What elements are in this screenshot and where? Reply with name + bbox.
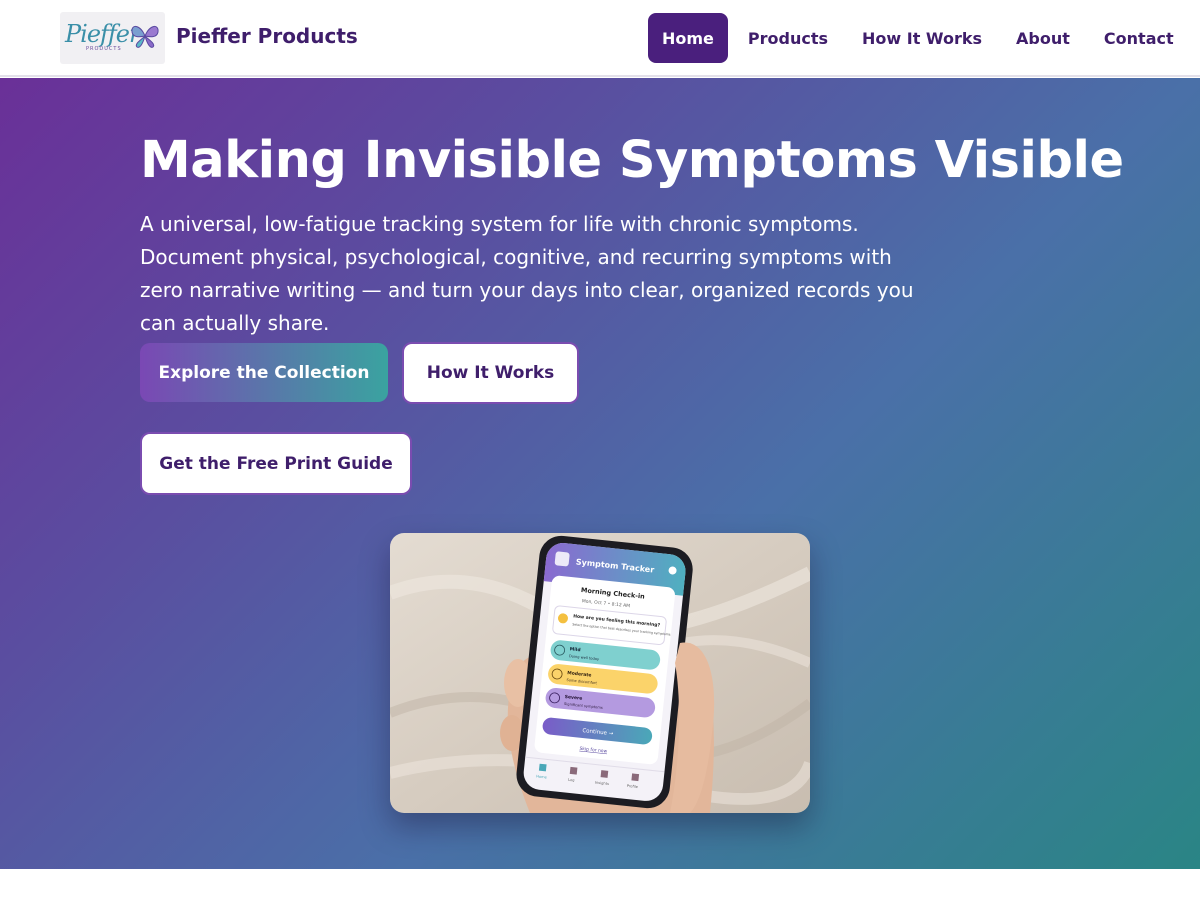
tab-log-label: Log xyxy=(568,778,575,783)
nav-home[interactable]: Home xyxy=(648,13,728,63)
option-mild: Mild xyxy=(569,646,580,653)
hero-description: A universal, low-fatigue tracking system… xyxy=(140,212,914,335)
home-tab-icon xyxy=(538,763,547,772)
nav-how-it-works[interactable]: How It Works xyxy=(845,13,999,63)
site-header: Pieffer PRODUCTS Pieffer Products Home P… xyxy=(0,0,1200,77)
logo-subtext: PRODUCTS xyxy=(86,46,122,52)
brand-name[interactable]: Pieffer Products xyxy=(176,24,358,48)
profile-tab-icon xyxy=(631,773,640,782)
phone-in-hand-illustration: Symptom Tracker Morning Check-in Mon, Oc… xyxy=(390,533,810,813)
nav-contact[interactable]: Contact xyxy=(1087,13,1191,63)
explore-collection-button[interactable]: Explore the Collection xyxy=(140,343,388,402)
hero-section: Making Invisible Symptoms Visible A univ… xyxy=(0,78,1200,869)
nav-products[interactable]: Products xyxy=(731,13,845,63)
brand-logo[interactable]: Pieffer PRODUCTS xyxy=(60,12,165,64)
log-tab-icon xyxy=(569,766,578,775)
how-it-works-button[interactable]: How It Works xyxy=(402,342,579,404)
butterfly-icon xyxy=(131,26,159,48)
insights-tab-icon xyxy=(600,770,609,778)
nav-about[interactable]: About xyxy=(999,13,1087,63)
menu-icon xyxy=(554,551,570,567)
free-print-guide-button[interactable]: Get the Free Print Guide xyxy=(140,432,412,495)
logo-wordmark: Pieffer xyxy=(65,20,140,48)
hero-phone-image: Symptom Tracker Morning Check-in Mon, Oc… xyxy=(390,533,810,813)
main-nav: Home Products How It Works About Contact xyxy=(648,13,1191,63)
hero-title: Making Invisible Symptoms Visible xyxy=(140,131,1124,190)
